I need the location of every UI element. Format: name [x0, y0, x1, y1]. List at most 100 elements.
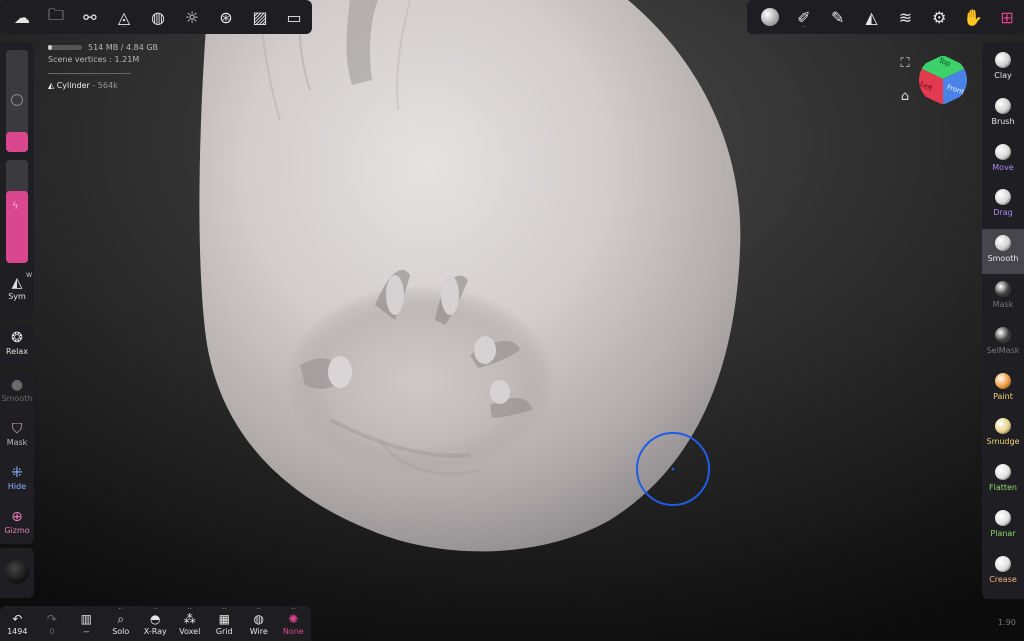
quick-mask-button[interactable]: ⛉ Mask	[0, 420, 34, 447]
smudge-brush-icon	[995, 418, 1011, 435]
memory-bar	[48, 45, 82, 50]
hide-label: Hide	[7, 482, 27, 491]
bottom-label: X-Ray	[143, 627, 167, 636]
settings-button[interactable]: ⚙	[922, 0, 956, 34]
tool-label: Mask	[992, 300, 1014, 309]
clay-brush-icon	[995, 52, 1011, 68]
glasses-icon: ◓	[150, 612, 161, 626]
wire-icon: ◍	[253, 612, 264, 626]
sym-button[interactable]: ◭ Sym W	[0, 272, 34, 301]
none-button[interactable]: ·· ✺ None	[276, 606, 311, 641]
voxel-icon: ⁂	[183, 612, 196, 626]
bottom-label: None	[282, 627, 304, 636]
files-button[interactable]: 🗀	[39, 0, 73, 34]
shortcut-icon: ⊞	[1000, 7, 1014, 27]
intensity-slider[interactable]: ϟ	[6, 160, 28, 263]
tool-drag[interactable]: Drag	[982, 183, 1024, 228]
material-button[interactable]: ◍	[141, 0, 175, 34]
tool-move[interactable]: Move	[982, 138, 1024, 183]
move-brush-icon	[995, 143, 1011, 160]
hide-button[interactable]: ⁜ Hide	[0, 464, 34, 491]
tool-label: Paint	[993, 391, 1013, 401]
light-icon: ☼	[184, 7, 200, 27]
view-controls: ⛶ ⌂	[896, 56, 914, 122]
smooth-brush-icon	[995, 235, 1011, 252]
tool-column: Clay Brush Move Drag Smooth Mask SelMask Paint S…	[982, 42, 1024, 599]
bottom-label: 0	[49, 627, 55, 636]
tool-label: SelMask	[986, 345, 1020, 355]
wire-button[interactable]: ·· ◍ Wire	[242, 606, 277, 641]
relax-panel: ❂ Relax	[0, 324, 34, 366]
gesture-icon: ✋	[963, 7, 984, 27]
layers-button[interactable]: ≋	[889, 0, 923, 34]
top-left-toolbar: ☁ 🗀 ⚯ ◬ ·· ◍ ☼ ⊛ ▨ ▭	[0, 0, 312, 34]
active-brush-button[interactable]	[753, 0, 787, 34]
mask-label: Mask	[6, 438, 28, 447]
radius-slider-fill	[6, 132, 28, 152]
symmetry-button[interactable]: ◭	[855, 0, 889, 34]
home-button[interactable]: ⌂	[896, 89, 914, 107]
shortcut-button[interactable]: ⊞	[990, 0, 1024, 34]
intensity-icon: ϟ	[12, 200, 19, 212]
tool-crease[interactable]: Crease	[982, 550, 1024, 595]
gesture-button[interactable]: ✋	[956, 0, 990, 34]
bottom-toolbar: ↶ 1494 ↷ 0 ▥ -- ·· ⌕ Solo ·· ◓ X-Ray ·· ⁂ Voxel ·· ▦ Grid…	[0, 606, 311, 641]
drag-brush-icon	[995, 189, 1011, 206]
tool-clay[interactable]: Clay	[982, 46, 1024, 91]
camera-button[interactable]: ⊛	[209, 0, 243, 34]
tool-mask[interactable]: Mask	[982, 275, 1024, 320]
stroke-button[interactable]: ✐ ··	[787, 0, 821, 34]
redo-button[interactable]: ↷ 0	[35, 606, 70, 641]
tool-label: Smudge	[986, 437, 1020, 447]
tool-paint[interactable]: Paint	[982, 367, 1024, 412]
tool-smooth[interactable]: Smooth	[982, 229, 1024, 275]
tool-brush[interactable]: Brush	[982, 92, 1024, 137]
more-dots: ··	[153, 605, 158, 613]
topology-button[interactable]: ◬ ··	[107, 0, 141, 34]
sym-label: Sym	[8, 292, 26, 301]
settings-icon: ⚙	[932, 7, 947, 27]
voxel-button[interactable]: ·· ⁂ Voxel	[173, 606, 208, 641]
selmask-brush-icon	[995, 326, 1011, 343]
tool-planar[interactable]: Planar	[982, 504, 1024, 549]
scene-history-button[interactable]: ▥ --	[69, 606, 104, 641]
fullscreen-button[interactable]: ⛶	[896, 56, 914, 74]
undo-button[interactable]: ↶ 1494	[0, 606, 35, 641]
relax-button[interactable]: ❂ Relax	[0, 329, 34, 356]
gizmo-button[interactable]: ⊕ Gizmo	[0, 508, 34, 535]
search-icon: ⌕	[117, 612, 125, 626]
tool-selmask[interactable]: SelMask	[982, 321, 1024, 366]
matcap-ball[interactable]	[5, 560, 29, 584]
folder-icon: 🗀	[47, 4, 64, 24]
object-vertex-count: - 564k	[92, 81, 118, 90]
menu-button[interactable]: ☁	[5, 0, 39, 34]
image-icon: ▨	[252, 7, 268, 27]
solo-button[interactable]: ·· ⌕ Solo	[104, 606, 139, 641]
radius-slider-value	[6, 132, 28, 152]
viewport-canvas[interactable]	[0, 0, 1024, 641]
layers-icon: ≋	[898, 7, 913, 27]
grid-button[interactable]: ·· ▦ Grid	[207, 606, 242, 641]
picker-button[interactable]: ✎	[821, 0, 855, 34]
memory-bar-fill	[48, 45, 53, 50]
tool-smudge[interactable]: Smudge	[982, 412, 1024, 457]
brush-brush-icon	[995, 97, 1011, 114]
scene-stats: 514 MB / 4.84 GB Scene vertices : 1.21M …	[48, 42, 158, 92]
matcap-panel	[0, 548, 34, 598]
relax-label: Relax	[6, 347, 28, 356]
video-button[interactable]: ▭	[277, 0, 311, 34]
view-cube[interactable]: Top Front Left	[918, 55, 968, 105]
active-object[interactable]: ◭ Cylinder - 564k	[48, 80, 158, 92]
more-dots: ··	[222, 605, 227, 613]
gizmo-label: Gizmo	[4, 526, 30, 535]
light-button[interactable]: ☼	[175, 0, 209, 34]
xray-button[interactable]: ·· ◓ X-Ray	[138, 606, 173, 641]
background-button[interactable]: ▨	[243, 0, 277, 34]
tool-label: Move	[992, 162, 1014, 172]
quick-smooth-button[interactable]: ● Smooth	[0, 376, 34, 403]
hide-icon: ⁜	[11, 465, 23, 481]
tool-flatten[interactable]: Flatten	[982, 458, 1024, 503]
relax-icon: ❂	[11, 330, 23, 346]
scene-button[interactable]: ⚯	[73, 0, 107, 34]
tool-label: Smooth	[987, 254, 1019, 264]
